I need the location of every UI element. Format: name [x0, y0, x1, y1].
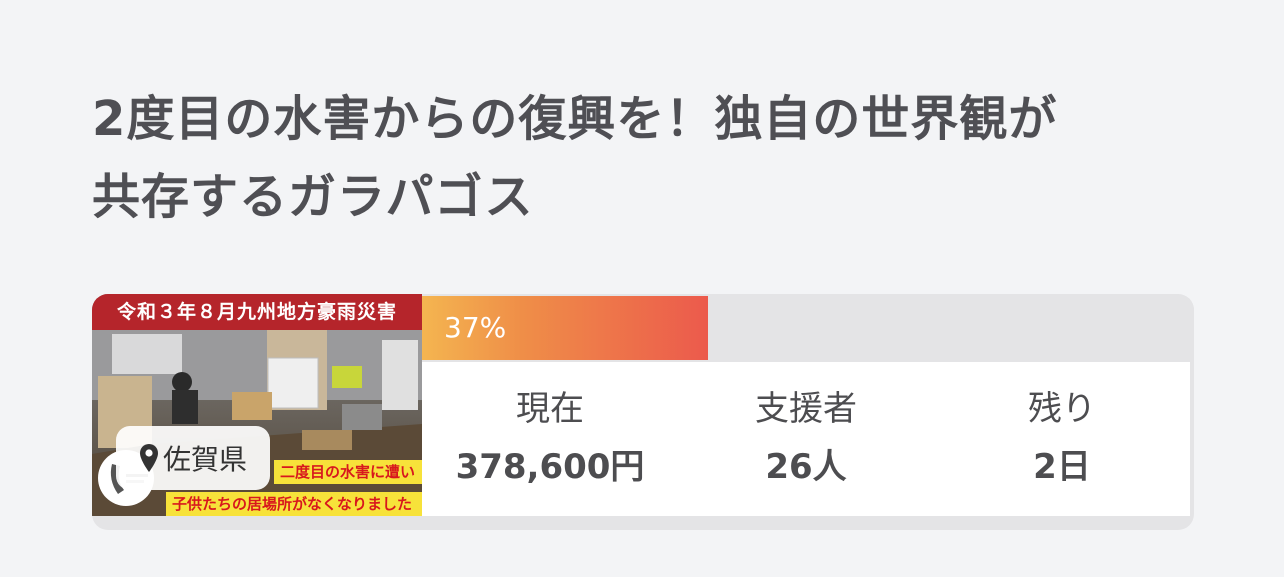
project-title[interactable]: 2度目の水害からの復興を！独自の世界観が 共存するガラパゴス — [92, 80, 1202, 236]
project-thumbnail[interactable]: 令和３年８月九州地方豪雨災害 二度目の水害に遭い 子供たちの居場所がなくなりまし… — [92, 294, 422, 516]
stat-remaining-label: 残り — [1028, 389, 1096, 429]
location-badge: 佐賀県 — [116, 426, 270, 490]
map-pin-icon — [139, 444, 158, 472]
stats-panel: 現在 378,600円 支援者 26人 残り 2日 — [422, 362, 1190, 516]
stat-remaining: 残り 2日 — [934, 362, 1190, 516]
location-label: 佐賀県 — [162, 443, 247, 476]
stat-current-label: 現在 — [516, 389, 584, 429]
stat-supporters-value: 26人 — [765, 447, 847, 487]
stat-remaining-value: 2日 — [1033, 447, 1091, 487]
project-title-line1: 2度目の水害からの復興を！独自の世界観が — [92, 91, 1058, 147]
progress-percent: 37% — [444, 311, 507, 344]
funding-progress-bar: 37% — [422, 296, 1194, 360]
stat-supporters: 支援者 26人 — [678, 362, 934, 516]
stat-current: 現在 378,600円 — [422, 362, 678, 516]
thumbnail-caption-2: 子供たちの居場所がなくなりました — [166, 492, 422, 516]
project-card[interactable]: 令和３年８月九州地方豪雨災害 二度目の水害に遭い 子供たちの居場所がなくなりまし… — [92, 294, 1194, 530]
thumbnail-banner: 令和３年８月九州地方豪雨災害 — [92, 294, 422, 330]
stat-supporters-label: 支援者 — [755, 389, 857, 429]
stat-current-value: 378,600円 — [455, 447, 645, 487]
thumbnail-caption-1: 二度目の水害に遭い — [274, 460, 422, 484]
project-title-line2: 共存するガラパゴス — [92, 169, 534, 225]
